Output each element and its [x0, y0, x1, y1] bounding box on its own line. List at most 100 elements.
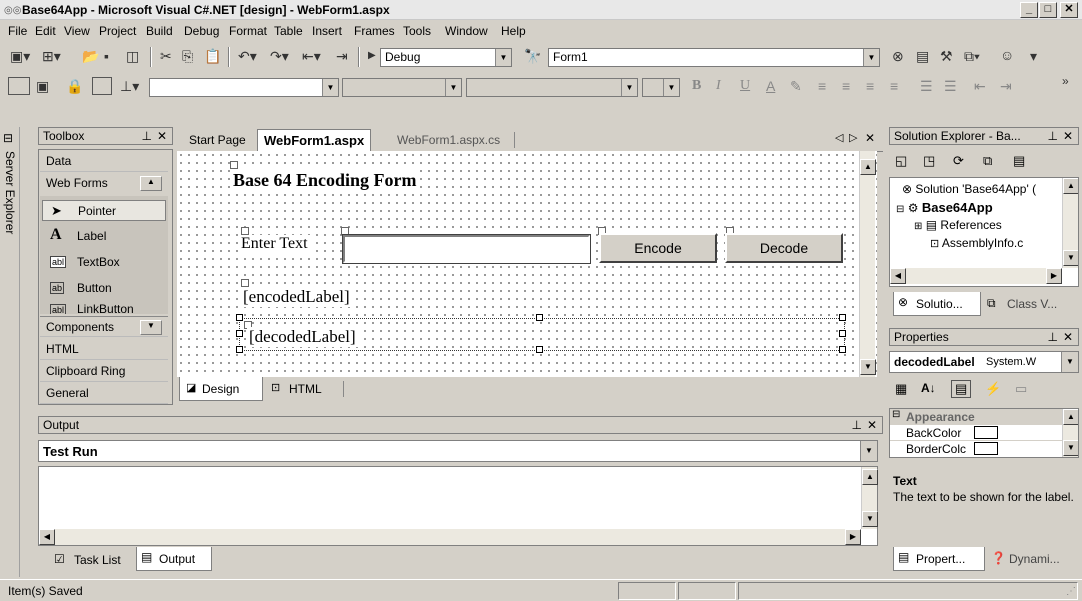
text-input[interactable]	[342, 234, 591, 264]
close-icon[interactable]: ✕	[867, 418, 877, 432]
tab-webform1-cs[interactable]: WebForm1.aspx.cs	[397, 133, 500, 147]
tab-output[interactable]: ▤ Output	[136, 547, 212, 571]
properties-icon[interactable]: ▤	[916, 48, 929, 65]
encoded-label[interactable]: [encodedLabel]	[241, 287, 352, 307]
property-row-backcolor[interactable]: BackColor	[890, 425, 1062, 441]
tab-dynamic-help[interactable]: ❓ Dynami...	[989, 549, 1075, 571]
toolbox-section-webforms[interactable]: Web Forms ▲	[40, 173, 168, 194]
server-explorer-icon[interactable]: ⊟	[3, 131, 13, 145]
pin-icon[interactable]: ⊥	[142, 129, 152, 143]
refresh-icon[interactable]: ⟳	[953, 153, 964, 169]
absolute-position-icon[interactable]	[92, 77, 112, 95]
scroll-up-icon[interactable]: ▲	[1063, 178, 1078, 194]
solution-tree[interactable]: ⊗ Solution 'Base64App' ( ⊟ ⚙ Base64App ⊞…	[889, 177, 1079, 287]
menu-edit[interactable]: Edit	[35, 24, 56, 38]
resize-grip-icon[interactable]: ⋰	[1066, 586, 1076, 597]
maximize-button[interactable]: □	[1039, 2, 1057, 18]
tab-solution-explorer[interactable]: ⊗ Solutio...	[893, 292, 981, 316]
tab-task-list[interactable]: ☑ Task List	[52, 549, 138, 571]
indent-icon[interactable]: ⇥	[1000, 78, 1012, 95]
scroll-left-icon[interactable]: ◀	[890, 268, 906, 284]
block-format-select[interactable]: ▼	[149, 78, 339, 97]
tab-properties[interactable]: ▤ Propert...	[893, 547, 985, 571]
bold-icon[interactable]: B	[692, 78, 701, 94]
tab-html[interactable]: ⊡ HTML	[269, 377, 339, 401]
properties-icon[interactable]: ▤	[1013, 153, 1025, 169]
decode-button[interactable]: Decode	[725, 233, 843, 263]
property-pages-icon[interactable]: ▭	[1015, 381, 1027, 397]
properties-view-icon[interactable]: ▤	[951, 380, 972, 398]
menu-table[interactable]: Table	[274, 24, 303, 38]
scroll-right-icon[interactable]: ▶	[1046, 268, 1062, 284]
open-icon[interactable]: 📂	[82, 48, 99, 65]
scroll-down-icon[interactable]: ▼	[862, 511, 878, 527]
font-size-select[interactable]: ▼	[466, 78, 638, 97]
tree-assemblyinfo[interactable]: ⊡ AssemblyInfo.c	[930, 236, 1023, 250]
undo-icon[interactable]: ↶▾	[238, 48, 257, 65]
tree-references[interactable]: ⊞ ▤ References	[914, 218, 1002, 232]
events-icon[interactable]: ⚡	[985, 381, 1001, 397]
solution-hscroll[interactable]: ◀ ▶	[890, 268, 1062, 284]
encode-button[interactable]: Encode	[599, 233, 717, 263]
close-icon[interactable]: ✕	[157, 129, 167, 143]
toolbox-section-general[interactable]: General	[40, 383, 168, 404]
tab-scroll-left-icon[interactable]: ◁	[835, 131, 843, 144]
tool-linkbutton[interactable]: abl LinkButton	[42, 302, 166, 314]
solution-config-select[interactable]: Debug ▼	[380, 48, 512, 67]
add-item-icon[interactable]: ⊞▾	[42, 48, 61, 65]
zindex-icon[interactable]: ⊥▾	[120, 78, 139, 95]
align-right-icon[interactable]: ≡	[866, 78, 874, 94]
tab-scroll-right-icon[interactable]: ▷	[849, 131, 857, 144]
properties-object-select[interactable]: decodedLabel System.W ▼	[889, 351, 1079, 373]
align-left-icon[interactable]: ≡	[818, 78, 826, 94]
pin-icon[interactable]: ⊥	[852, 418, 862, 432]
toolbox-section-components[interactable]: Components ▼	[40, 316, 168, 337]
lock-icon[interactable]: 🔒	[66, 78, 83, 95]
menu-tools[interactable]: Tools	[403, 24, 431, 38]
solution-explorer-icon[interactable]: ⊗	[892, 48, 904, 65]
find-combo[interactable]: Form1 ▼	[548, 48, 880, 67]
underline-icon[interactable]: U	[740, 78, 750, 94]
menu-debug[interactable]: Debug	[184, 24, 219, 38]
property-category[interactable]: ⊟ Appearance	[890, 409, 1062, 425]
property-vscroll[interactable]: ▲ ▼	[1062, 409, 1078, 457]
menu-build[interactable]: Build	[146, 24, 173, 38]
paste-icon[interactable]: 📋	[204, 48, 221, 65]
menu-insert[interactable]: Insert	[312, 24, 342, 38]
pin-icon[interactable]: ⊥	[1048, 129, 1058, 143]
show-all-files-icon[interactable]: ⧉	[983, 153, 992, 169]
justify-icon[interactable]: ≡	[890, 78, 898, 94]
toolbox-section-clipboard[interactable]: Clipboard Ring	[40, 361, 168, 382]
align-center-icon[interactable]: ≡	[842, 78, 850, 94]
alphabetical-icon[interactable]: A↓	[921, 381, 936, 395]
class-view-icon[interactable]: ⧉▾	[964, 48, 980, 65]
close-document-icon[interactable]: ✕	[865, 131, 875, 145]
copy-icon[interactable]: ⎘	[182, 48, 193, 65]
tool-label[interactable]: A Label	[42, 226, 166, 247]
property-grid[interactable]: ⊟ Appearance BackColor BorderColc ▲ ▼	[889, 408, 1079, 458]
tab-start-page[interactable]: Start Page	[189, 133, 246, 147]
output-hscroll[interactable]: ◀ ▶	[39, 529, 861, 545]
font-name-select[interactable]: ▼	[342, 78, 462, 97]
scroll-left-icon[interactable]: ◀	[39, 529, 55, 545]
categorized-icon[interactable]: ▦	[895, 381, 907, 397]
italic-icon[interactable]: I	[716, 78, 721, 94]
collapse-icon[interactable]: ⊟	[896, 204, 904, 215]
toolbar-options-icon[interactable]: ▾	[1030, 48, 1037, 65]
bulleted-list-icon[interactable]: ☰	[944, 78, 957, 95]
menu-project[interactable]: Project	[99, 24, 136, 38]
scroll-right-icon[interactable]: ▶	[845, 529, 861, 545]
cut-icon[interactable]: ✂	[160, 48, 172, 65]
tree-project[interactable]: ⊟ ⚙ Base64App	[896, 200, 993, 215]
scroll-down-icon[interactable]: ▼	[1063, 250, 1078, 266]
toolbox-section-html[interactable]: HTML	[40, 339, 168, 360]
menu-window[interactable]: Window	[445, 24, 488, 38]
tree-solution[interactable]: ⊗ Solution 'Base64App' (	[902, 182, 1036, 196]
minimize-button[interactable]: _	[1020, 2, 1038, 18]
property-row-bordercolor[interactable]: BorderColc	[890, 441, 1062, 457]
pin-icon[interactable]: ⊥	[1048, 330, 1058, 344]
fore-color-icon[interactable]: A	[766, 78, 775, 94]
redo-icon[interactable]: ↷▾	[270, 48, 289, 65]
snap-icon[interactable]: ▣	[36, 78, 49, 95]
output-text-area[interactable]: ▲ ▼ ◀ ▶	[38, 466, 878, 546]
